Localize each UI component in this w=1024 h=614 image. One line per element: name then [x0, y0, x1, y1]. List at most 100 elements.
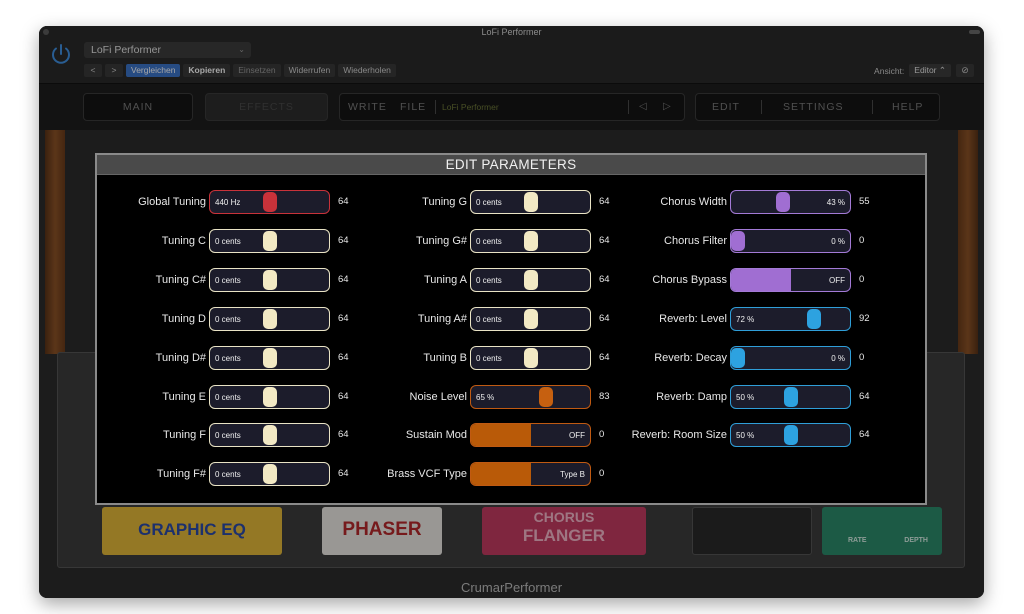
- slider-thumb[interactable]: [262, 308, 277, 329]
- slider-thumb[interactable]: [262, 192, 277, 212]
- param-slider[interactable]: 0 %: [730, 345, 851, 370]
- slider-thumb[interactable]: [262, 464, 277, 485]
- param-midi-value: 0: [599, 468, 605, 480]
- param-slider[interactable]: 0 cents: [470, 306, 591, 331]
- param-display-value: 0 cents: [476, 198, 502, 207]
- param-display-value: 0 cents: [476, 353, 502, 363]
- param-midi-value: 64: [338, 468, 349, 480]
- param-midi-value: 64: [599, 234, 610, 246]
- param-slider[interactable]: 0 cents: [209, 384, 330, 409]
- slider-thumb[interactable]: [262, 425, 277, 446]
- slider-thumb[interactable]: [523, 192, 538, 212]
- param-midi-value: 64: [338, 273, 349, 285]
- param-label: Reverb: Level: [659, 312, 727, 325]
- param-label: Reverb: Damp: [656, 390, 727, 403]
- param-midi-value: 64: [338, 196, 349, 207]
- param-label: Tuning F: [162, 429, 206, 442]
- param-slider[interactable]: 72 %: [730, 306, 851, 331]
- param-midi-value: 55: [859, 196, 870, 207]
- slider-thumb[interactable]: [539, 386, 554, 407]
- param-label: Chorus Bypass: [652, 273, 727, 286]
- slider-thumb[interactable]: [731, 347, 745, 368]
- param-label: Tuning A: [423, 273, 467, 286]
- param-display-value: 440 Hz: [215, 198, 241, 207]
- slider-thumb[interactable]: [523, 230, 538, 251]
- param-label: Sustain Mod: [405, 429, 467, 442]
- param-slider[interactable]: 0 cents: [470, 228, 591, 253]
- param-slider[interactable]: 0 cents: [209, 423, 330, 448]
- param-midi-value: 64: [599, 351, 610, 363]
- slider-thumb[interactable]: [523, 269, 538, 290]
- param-label: Tuning F#: [156, 468, 206, 481]
- param-label: Noise Level: [409, 390, 467, 403]
- param-slider[interactable]: 0 %: [730, 228, 851, 253]
- param-midi-value: 0: [859, 351, 865, 363]
- param-label: Global Tuning: [138, 196, 206, 208]
- param-slider[interactable]: 43 %: [730, 190, 851, 214]
- param-label: Tuning D#: [155, 351, 206, 364]
- param-slider[interactable]: 0 cents: [470, 267, 591, 292]
- param-label: Chorus Width: [660, 196, 727, 208]
- param-slider[interactable]: 440 Hz: [209, 190, 330, 214]
- param-label: Reverb: Room Size: [631, 429, 727, 442]
- dialog-title: EDIT PARAMETERS: [97, 155, 925, 175]
- param-display-value: 0 cents: [215, 392, 241, 402]
- param-midi-value: 0: [859, 234, 865, 246]
- param-slider[interactable]: 65 %: [470, 384, 591, 409]
- slider-thumb[interactable]: [262, 347, 277, 368]
- slider-thumb[interactable]: [783, 386, 798, 407]
- param-slider[interactable]: 0 cents: [209, 228, 330, 253]
- slider-thumb[interactable]: [806, 308, 821, 329]
- param-midi-value: 0: [859, 273, 865, 285]
- param-slider[interactable]: 0 cents: [470, 190, 591, 214]
- slider-thumb[interactable]: [262, 386, 277, 407]
- param-display-value: 50 %: [736, 431, 755, 441]
- slider-thumb[interactable]: [523, 308, 538, 329]
- param-toggle[interactable]: OFF: [730, 267, 851, 292]
- slider-thumb[interactable]: [783, 425, 798, 446]
- param-toggle[interactable]: OFF: [470, 423, 591, 448]
- plugin-window: LoFi Performer LoFi Performer ⌄ < > Verg…: [39, 26, 984, 598]
- param-slider[interactable]: 50 %: [730, 384, 851, 409]
- toggle-fill: [731, 268, 791, 291]
- param-label: Tuning C#: [155, 273, 206, 286]
- param-label: Chorus Filter: [664, 234, 727, 247]
- param-midi-value: 64: [859, 390, 870, 402]
- param-toggle[interactable]: Type B: [470, 462, 591, 487]
- param-display-value: 50 %: [736, 392, 755, 402]
- param-display-value: 0 cents: [215, 236, 241, 246]
- param-display-value: 43 %: [826, 198, 845, 207]
- param-display-value: Type B: [560, 470, 585, 480]
- param-midi-value: 64: [338, 390, 349, 402]
- param-slider[interactable]: 0 cents: [209, 345, 330, 370]
- param-slider[interactable]: 50 %: [730, 423, 851, 448]
- param-label: Tuning D: [161, 312, 206, 325]
- param-display-value: 0 %: [831, 353, 845, 363]
- param-display-value: 0 cents: [476, 275, 502, 285]
- slider-thumb[interactable]: [776, 192, 791, 212]
- slider-thumb[interactable]: [262, 269, 277, 290]
- param-label: Brass VCF Type: [387, 468, 467, 481]
- param-label: Tuning G: [422, 196, 467, 208]
- param-display-value: 0 cents: [215, 275, 241, 285]
- toggle-fill: [471, 424, 531, 447]
- param-display-value: 0 cents: [215, 353, 241, 363]
- slider-thumb[interactable]: [262, 230, 277, 251]
- param-slider[interactable]: 0 cents: [209, 306, 330, 331]
- param-slider[interactable]: 0 cents: [470, 345, 591, 370]
- param-display-value: 0 cents: [215, 470, 241, 480]
- param-label: Tuning C: [161, 234, 206, 247]
- param-display-value: 65 %: [476, 392, 495, 402]
- param-midi-value: 83: [599, 390, 610, 402]
- param-display-value: 72 %: [736, 314, 755, 324]
- param-display-value: 0 %: [831, 236, 845, 246]
- slider-thumb[interactable]: [731, 230, 745, 251]
- param-midi-value: 64: [599, 196, 610, 207]
- slider-thumb[interactable]: [523, 347, 538, 368]
- param-midi-value: 64: [338, 234, 349, 246]
- param-midi-value: 64: [599, 312, 610, 324]
- param-display-value: 0 cents: [476, 236, 502, 246]
- param-slider[interactable]: 0 cents: [209, 462, 330, 487]
- param-slider[interactable]: 0 cents: [209, 267, 330, 292]
- edit-parameters-dialog: EDIT PARAMETERS Global Tuning 440 Hz 64 Tun…: [95, 153, 927, 505]
